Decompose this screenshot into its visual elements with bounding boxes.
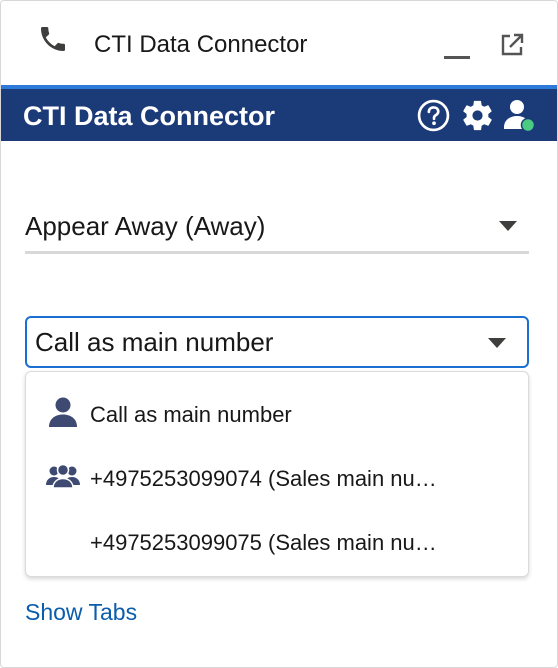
- outbound-number-value: Call as main number: [35, 327, 274, 357]
- presence-status-value: Appear Away (Away): [25, 211, 266, 241]
- dropdown-option[interactable]: +4975253099074 (Sales main nu…: [26, 444, 528, 508]
- gear-icon[interactable]: [460, 98, 495, 133]
- dropdown-option-label: +4975253099075 (Sales main nu…: [90, 530, 437, 555]
- popout-icon[interactable]: [498, 31, 526, 59]
- utility-title: CTI Data Connector: [94, 31, 308, 58]
- user-status-icon[interactable]: [502, 97, 536, 133]
- dropdown-option[interactable]: Call as main number: [26, 380, 528, 444]
- dropdown-option[interactable]: +4975253099075 (Sales main nu…: [26, 508, 528, 572]
- dropdown-option-label: +4975253099074 (Sales main nu…: [90, 466, 437, 491]
- utility-header: CTI Data Connector: [1, 1, 557, 86]
- presence-status-select[interactable]: Appear Away (Away): [25, 201, 529, 254]
- phone-icon: [41, 27, 65, 51]
- user-icon: [49, 397, 77, 427]
- chevron-down-icon: [499, 221, 517, 231]
- dropdown-option-label: Call as main number: [90, 402, 292, 427]
- utility-panel: CTI Data Connector CTI Data Connector Ap…: [0, 0, 558, 668]
- help-icon[interactable]: [417, 99, 450, 132]
- minimize-icon[interactable]: [444, 35, 470, 59]
- app-title: CTI Data Connector: [23, 101, 276, 131]
- show-tabs-link[interactable]: Show Tabs: [25, 599, 137, 626]
- outbound-number-dropdown: Call as main number +4975253099074 (Sale…: [25, 371, 529, 577]
- outbound-number-combobox[interactable]: Call as main number: [25, 316, 529, 368]
- group-icon: [46, 463, 80, 489]
- app-bar: CTI Data Connector: [1, 89, 557, 141]
- chevron-down-icon: [488, 338, 506, 348]
